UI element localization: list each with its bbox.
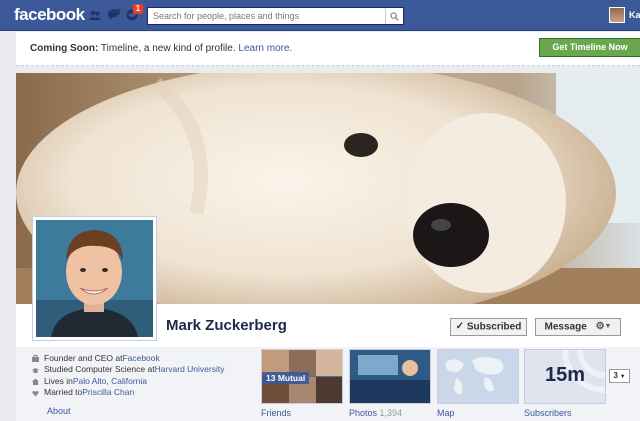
profile-name[interactable]: Mark Zuckerberg xyxy=(166,317,287,334)
promo-body: Timeline, a new kind of profile. xyxy=(98,43,239,54)
message-button[interactable]: Message ⚙▼ xyxy=(535,318,621,336)
subscribed-button[interactable]: ✓ Subscribed xyxy=(450,318,527,336)
education-prefix: Studied Computer Science at xyxy=(44,364,155,375)
location-prefix: Lives in xyxy=(44,375,73,386)
promo-text: Coming Soon: Timeline, a new kind of pro… xyxy=(30,43,292,54)
education-icon xyxy=(32,366,39,373)
photos-count: 1,394 xyxy=(379,408,403,418)
relationship-line: Married to Priscilla Chan xyxy=(32,387,262,399)
location-line: Lives in Palo Alto, California xyxy=(32,375,262,387)
friends-label[interactable]: Friends xyxy=(261,408,291,418)
work-line: Founder and CEO at Facebook xyxy=(32,352,262,364)
top-navigation-bar: facebook 1 Ka xyxy=(0,0,640,31)
home-icon xyxy=(32,377,39,386)
work-prefix: Founder and CEO at xyxy=(44,352,123,363)
subscribers-tile[interactable]: 15m xyxy=(524,349,606,404)
learn-more-link[interactable]: Learn more. xyxy=(238,43,292,54)
about-link[interactable]: About xyxy=(47,406,71,416)
timeline-promo-bar: Coming Soon: Timeline, a new kind of pro… xyxy=(16,32,640,66)
friend-requests-icon[interactable] xyxy=(89,9,101,21)
message-label: Message xyxy=(544,321,587,333)
subscribed-label: Subscribed xyxy=(466,321,522,333)
relationship-prefix: Married to xyxy=(44,387,83,398)
photos-tile[interactable] xyxy=(349,349,431,404)
friends-tile[interactable]: 13 Mutual xyxy=(261,349,343,404)
chevron-down-icon: ▼ xyxy=(604,323,612,330)
profile-info-panel: Founder and CEO at Facebook Studied Comp… xyxy=(16,347,640,421)
work-link[interactable]: Facebook xyxy=(122,353,159,363)
messages-icon[interactable] xyxy=(108,9,120,21)
profile-picture[interactable] xyxy=(36,220,153,337)
notification-badge: 1 xyxy=(133,4,143,14)
mutual-friends-badge: 13 Mutual xyxy=(262,372,310,384)
photos-label: Photos xyxy=(349,408,378,418)
search-input[interactable] xyxy=(148,8,386,24)
photos-label-group[interactable]: Photos 1,394 xyxy=(349,408,402,418)
map-label[interactable]: Map xyxy=(437,408,455,418)
gear-icon[interactable]: ⚙ xyxy=(596,319,605,335)
get-timeline-button[interactable]: Get Timeline Now xyxy=(539,38,640,57)
profile-picture-frame[interactable] xyxy=(32,216,157,341)
subscribers-count: 15m xyxy=(544,364,586,386)
search-icon[interactable] xyxy=(385,8,403,24)
briefcase-icon xyxy=(32,354,39,363)
heart-icon xyxy=(32,389,39,397)
user-name[interactable]: Ka xyxy=(629,10,640,20)
promo-label: Coming Soon: xyxy=(30,43,99,54)
chevron-down-icon: ▼ xyxy=(617,374,626,380)
search-box xyxy=(147,7,404,25)
checkmark-icon: ✓ xyxy=(455,321,465,332)
more-apps-button[interactable]: 3 ▼ xyxy=(609,369,630,383)
relationship-link[interactable]: Priscilla Chan xyxy=(82,387,134,397)
bio-list: Founder and CEO at Facebook Studied Comp… xyxy=(32,352,262,398)
education-line: Studied Computer Science at Harvard Univ… xyxy=(32,364,262,376)
education-link[interactable]: Harvard University xyxy=(155,364,225,374)
location-link[interactable]: Palo Alto, California xyxy=(73,376,147,386)
map-tile[interactable] xyxy=(437,349,519,404)
subscribers-label[interactable]: Subscribers xyxy=(524,408,572,418)
facebook-logo[interactable]: facebook xyxy=(14,5,85,25)
user-avatar[interactable] xyxy=(609,7,625,23)
